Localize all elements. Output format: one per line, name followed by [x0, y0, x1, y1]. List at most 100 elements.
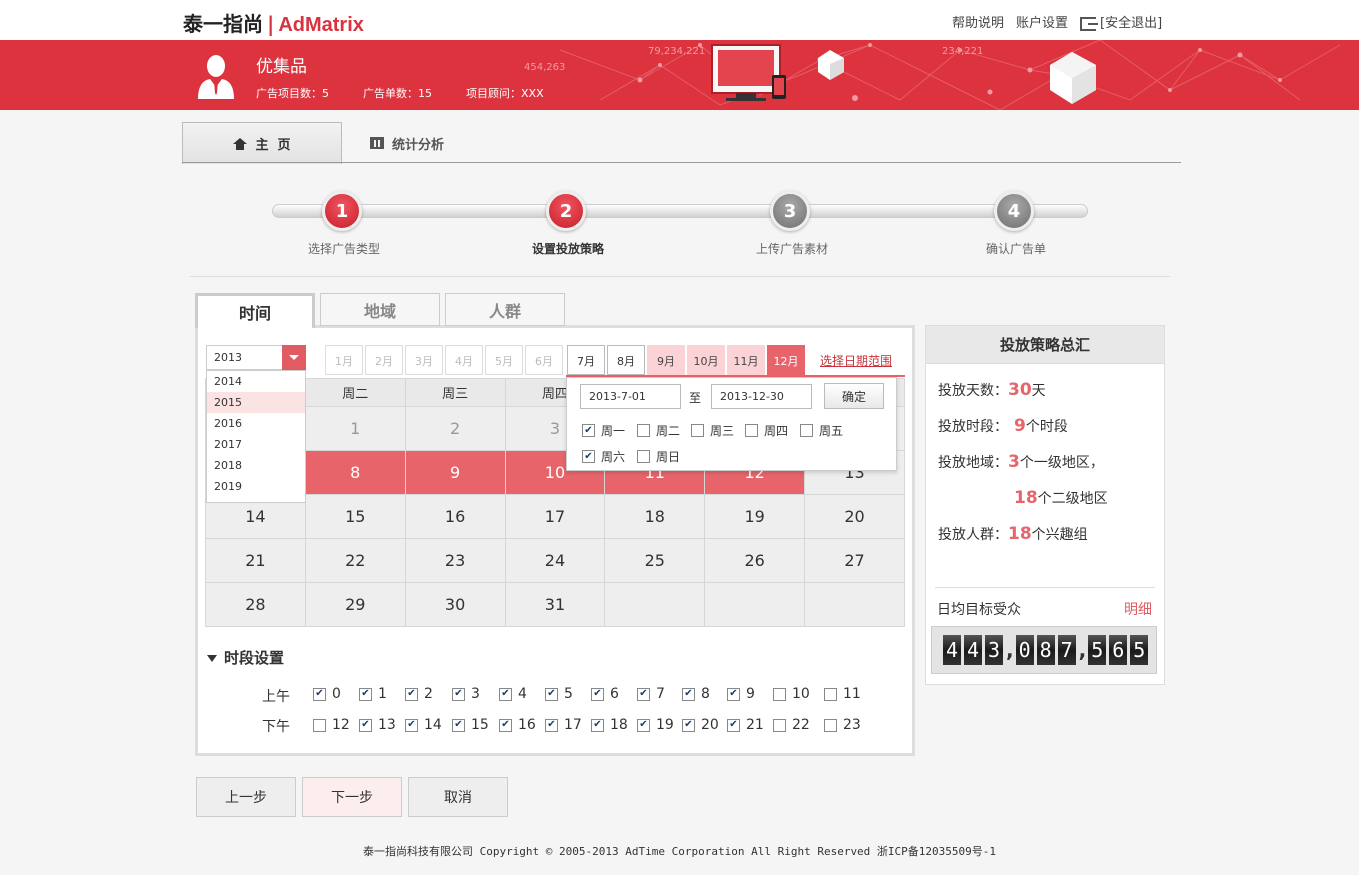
calendar-day[interactable]: 26	[704, 538, 806, 583]
hour-option[interactable]: 22	[773, 717, 810, 733]
checkbox[interactable]	[637, 450, 650, 463]
hour-option[interactable]: 9	[727, 686, 755, 702]
checkbox[interactable]	[745, 424, 758, 437]
year-option[interactable]: 2019	[207, 476, 305, 497]
month-10[interactable]: 10月	[687, 345, 725, 375]
checkbox[interactable]	[727, 718, 740, 732]
tab-audience[interactable]: 人群	[445, 293, 565, 326]
logo[interactable]: 泰一指尚 | AdMatrix	[183, 8, 364, 37]
hour-option[interactable]: 11	[824, 686, 861, 702]
confirm-button[interactable]: 确定	[824, 383, 884, 409]
hour-option[interactable]: 0	[313, 686, 341, 702]
hour-option[interactable]: 8	[682, 686, 710, 702]
month-2[interactable]: 2月	[365, 345, 403, 375]
weekday-filter[interactable]: 周二	[637, 422, 680, 439]
hour-option[interactable]: 19	[637, 717, 674, 733]
checkbox[interactable]	[637, 424, 650, 437]
tab-region[interactable]: 地域	[320, 293, 440, 326]
calendar-day[interactable]: 29	[304, 582, 406, 627]
checkbox[interactable]	[682, 687, 695, 701]
checkbox[interactable]	[637, 687, 650, 701]
tab-home[interactable]: 主 页	[182, 122, 342, 164]
calendar-day[interactable]: 25	[604, 538, 706, 583]
cancel-button[interactable]: 取消	[408, 777, 508, 817]
checkbox[interactable]	[773, 687, 786, 701]
hour-option[interactable]: 16	[499, 717, 536, 733]
calendar-day[interactable]: 16	[404, 494, 506, 539]
calendar-day[interactable]: 24	[504, 538, 606, 583]
hour-option[interactable]: 15	[452, 717, 489, 733]
select-date-range-link[interactable]: 选择日期范围	[820, 352, 892, 369]
checkbox[interactable]	[359, 718, 372, 732]
account-settings-link[interactable]: 账户设置	[1016, 12, 1068, 31]
hour-option[interactable]: 6	[591, 686, 619, 702]
calendar-day[interactable]: 1	[304, 406, 406, 451]
month-3[interactable]: 3月	[405, 345, 443, 375]
checkbox[interactable]	[405, 687, 418, 701]
calendar-day[interactable]: 30	[404, 582, 506, 627]
weekday-filter[interactable]: 周六	[582, 448, 625, 465]
checkbox[interactable]	[545, 718, 558, 732]
checkbox[interactable]	[405, 718, 418, 732]
end-date-input[interactable]: 2013-12-30	[711, 384, 812, 409]
calendar-day[interactable]: 31	[504, 582, 606, 627]
hour-option[interactable]: 10	[773, 686, 810, 702]
tab-time[interactable]: 时间	[195, 293, 315, 328]
month-11[interactable]: 11月	[727, 345, 765, 375]
weekday-filter[interactable]: 周三	[691, 422, 734, 439]
calendar-day[interactable]: 17	[504, 494, 606, 539]
month-1[interactable]: 1月	[325, 345, 363, 375]
calendar-day[interactable]: 20	[804, 494, 905, 539]
hour-option[interactable]: 21	[727, 717, 764, 733]
prev-step-button[interactable]: 上一步	[196, 777, 296, 817]
checkbox[interactable]	[824, 687, 837, 701]
checkbox[interactable]	[691, 424, 704, 437]
hour-option[interactable]: 12	[313, 717, 350, 733]
year-option[interactable]: 2018	[207, 455, 305, 476]
month-5[interactable]: 5月	[485, 345, 523, 375]
calendar-day[interactable]: 19	[704, 494, 806, 539]
year-option[interactable]: 2016	[207, 413, 305, 434]
weekday-filter[interactable]: 周一	[582, 422, 625, 439]
month-9[interactable]: 9月	[647, 345, 685, 375]
tab-statistics[interactable]: 统计分析	[370, 122, 490, 164]
start-date-input[interactable]: 2013-7-01	[580, 384, 681, 409]
next-step-button[interactable]: 下一步	[302, 777, 402, 817]
hour-option[interactable]: 2	[405, 686, 433, 702]
detail-link[interactable]: 明细	[1124, 599, 1152, 619]
checkbox[interactable]	[499, 687, 512, 701]
hour-option[interactable]: 14	[405, 717, 442, 733]
chevron-down-icon[interactable]	[282, 345, 306, 370]
hour-option[interactable]: 20	[682, 717, 719, 733]
checkbox[interactable]	[824, 718, 837, 732]
calendar-day[interactable]: 21	[205, 538, 306, 583]
checkbox[interactable]	[359, 687, 372, 701]
calendar-day[interactable]: 2	[404, 406, 506, 451]
period-settings-title[interactable]: 时段设置	[207, 647, 284, 668]
logout-link[interactable]: [安全退出]	[1080, 12, 1162, 31]
weekday-filter[interactable]: 周四	[745, 422, 788, 439]
weekday-filter[interactable]: 周五	[800, 422, 843, 439]
hour-option[interactable]: 1	[359, 686, 387, 702]
checkbox[interactable]	[591, 687, 604, 701]
hour-option[interactable]: 3	[452, 686, 480, 702]
calendar-day[interactable]: 9	[404, 450, 506, 495]
month-12[interactable]: 12月	[767, 345, 805, 375]
month-8[interactable]: 8月	[607, 345, 645, 375]
calendar-day[interactable]: 18	[604, 494, 706, 539]
calendar-day[interactable]: 27	[804, 538, 905, 583]
checkbox[interactable]	[313, 718, 326, 732]
checkbox[interactable]	[582, 424, 595, 437]
hour-option[interactable]: 4	[499, 686, 527, 702]
checkbox[interactable]	[727, 687, 740, 701]
help-link[interactable]: 帮助说明	[952, 12, 1004, 31]
calendar-day[interactable]: 15	[304, 494, 406, 539]
checkbox[interactable]	[582, 450, 595, 463]
checkbox[interactable]	[545, 687, 558, 701]
year-option[interactable]: 2014	[207, 371, 305, 392]
hour-option[interactable]: 23	[824, 717, 861, 733]
year-option[interactable]: 2015	[207, 392, 305, 413]
calendar-day[interactable]: 23	[404, 538, 506, 583]
year-option[interactable]: 2017	[207, 434, 305, 455]
checkbox[interactable]	[452, 718, 465, 732]
